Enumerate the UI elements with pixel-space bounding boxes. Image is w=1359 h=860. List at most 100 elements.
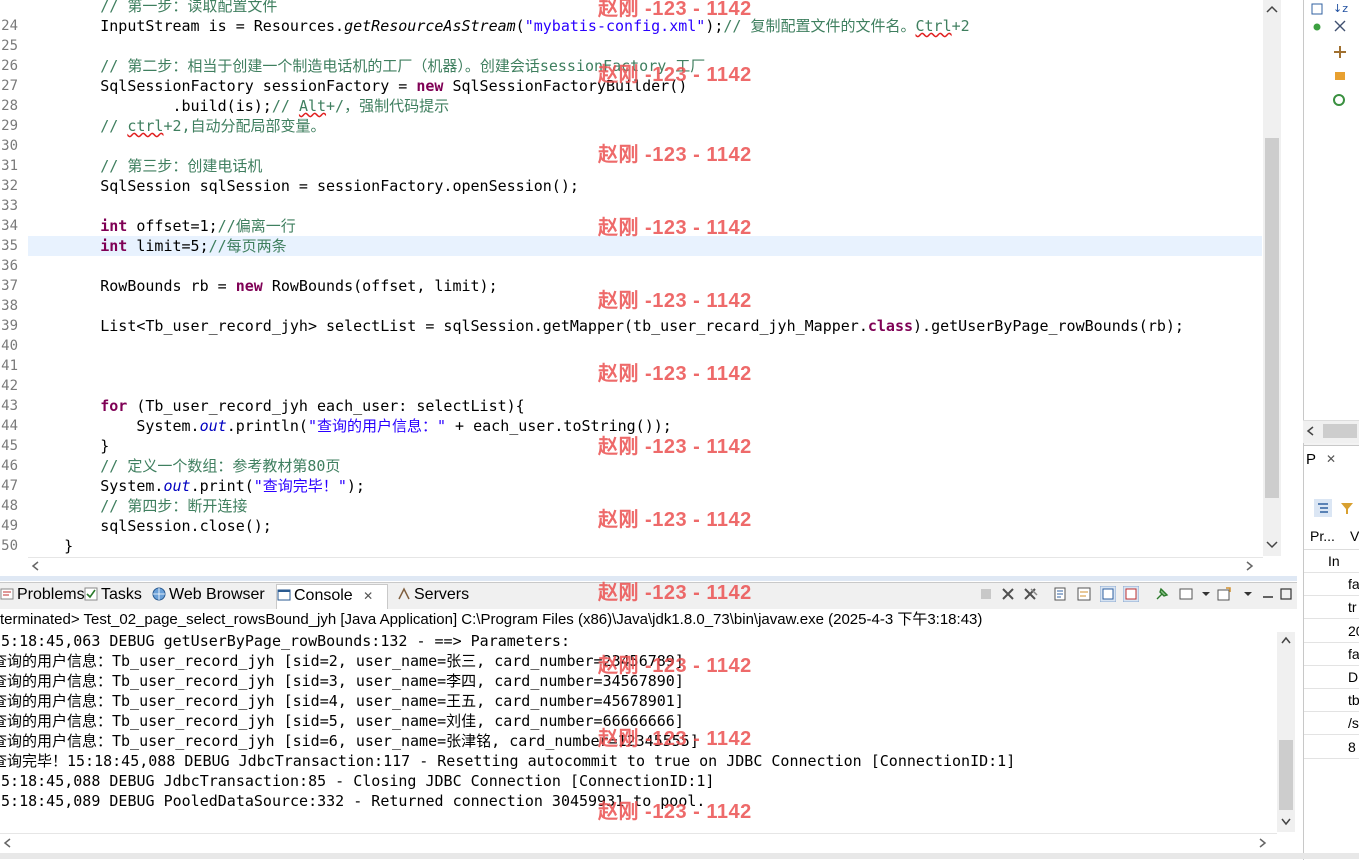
chevron-down-icon[interactable]	[1240, 586, 1256, 602]
tab-label: Web Browser	[169, 586, 265, 603]
scroll-left-arrow-icon[interactable]	[30, 560, 42, 572]
watermark-text: 赵刚 -123 - 1142	[598, 0, 752, 20]
watermark-text: 赵刚 -123 - 1142	[598, 64, 752, 86]
hide-fields-icon[interactable]	[1332, 18, 1348, 34]
word-wrap-icon[interactable]	[1076, 586, 1092, 602]
code-token: offset=1;	[127, 217, 218, 235]
property-value: tr	[1348, 599, 1357, 616]
scroll-down-arrow-icon[interactable]	[1279, 816, 1293, 828]
code-token: ).getUserByPage_rowBounds(rb);	[913, 317, 1184, 335]
console-line: 查询的用户信息：Tb_user_record_jyh [sid=5, user_…	[0, 712, 684, 730]
property-value: In	[1328, 553, 1340, 569]
property-row[interactable]: /s	[1304, 712, 1359, 736]
categories-icon[interactable]	[1314, 499, 1332, 517]
property-column-header[interactable]: Pr...	[1310, 528, 1335, 544]
line-number: 33	[1, 198, 18, 214]
watermark-text: 赵刚 -123 - 1142	[598, 436, 752, 458]
code-token: +2	[951, 17, 970, 35]
console-scroll-thumb[interactable]	[1279, 740, 1293, 810]
svg-text:↓z: ↓z	[1333, 2, 1348, 15]
sort-icon[interactable]: ↓z	[1332, 0, 1348, 16]
remove-all-terminated-icon[interactable]	[1022, 586, 1038, 602]
code-line: // 定义一个数组：参考教材第80页	[28, 456, 340, 476]
property-row[interactable]: tb	[1304, 689, 1359, 713]
open-console-icon[interactable]	[1216, 586, 1232, 602]
show-console-on-output-icon[interactable]	[1100, 586, 1116, 602]
chevron-down-icon[interactable]	[1198, 586, 1214, 602]
remove-launch-icon[interactable]	[1000, 586, 1016, 602]
line-number: 29	[1, 118, 18, 134]
code-token: // 定义一个数组：参考教材第80页	[28, 457, 341, 475]
code-token: (Tb_user_record_jyh each_user: selectLis…	[127, 397, 525, 415]
code-token: for	[100, 397, 128, 415]
outline-toolbar-icon[interactable]	[1310, 2, 1324, 16]
show-console-on-error-icon[interactable]	[1123, 586, 1139, 602]
code-token: class	[867, 317, 914, 335]
close-icon[interactable]: ✕	[363, 589, 373, 603]
property-row[interactable]: fa	[1304, 573, 1359, 597]
line-number: 30	[1, 138, 18, 154]
tab-tasks[interactable]: Tasks	[84, 586, 142, 608]
property-row[interactable]: In	[1304, 550, 1359, 573]
pin-console-icon[interactable]	[1154, 586, 1170, 602]
scroll-up-arrow-icon[interactable]	[1264, 2, 1280, 16]
outline-horizontal-scrollbar[interactable]	[1303, 420, 1359, 443]
code-line: }	[28, 536, 73, 556]
console-line: 15:18:45,088 DEBUG JdbcTransaction:85 - …	[0, 772, 715, 790]
code-token: RowBounds(offset, limit);	[262, 277, 498, 295]
tab-console[interactable]: Console ✕	[276, 584, 388, 609]
value-column-header[interactable]: V	[1350, 528, 1359, 544]
properties-tab-label[interactable]: P	[1306, 451, 1316, 468]
code-token: // 第一步：读取配置文件	[28, 0, 278, 15]
scroll-down-arrow-icon[interactable]	[1264, 538, 1280, 552]
code-line: RowBounds rb = new RowBounds(offset, lim…	[28, 276, 498, 296]
property-row[interactable]: tr	[1304, 596, 1359, 620]
code-token: "查询完毕！"	[253, 477, 347, 495]
close-icon[interactable]: ✕	[1326, 452, 1336, 466]
code-token: (	[515, 17, 525, 35]
line-number: 36	[1, 258, 18, 274]
scroll-lock-icon[interactable]	[1052, 586, 1068, 602]
tab-web-browser[interactable]: Web Browser	[152, 586, 265, 608]
code-token: // 复制配置文件的文件名。	[723, 17, 916, 35]
line-number: 39	[1, 318, 18, 334]
minimize-icon[interactable]	[1260, 586, 1276, 602]
editor-scroll-thumb[interactable]	[1265, 138, 1279, 498]
line-number: 37	[1, 278, 18, 294]
code-token: limit=5;	[127, 237, 209, 255]
filter-icon[interactable]	[1338, 499, 1356, 517]
method-icon	[1334, 46, 1346, 58]
code-token: }	[28, 537, 74, 555]
outline-view: ↓z	[1303, 0, 1359, 420]
property-row[interactable]: 8	[1304, 736, 1359, 759]
code-line: SqlSession sqlSession = sessionFactory.o…	[28, 176, 579, 196]
scroll-up-arrow-icon[interactable]	[1279, 634, 1293, 646]
scroll-right-arrow-icon[interactable]	[1256, 837, 1268, 849]
tab-label: Tasks	[101, 586, 142, 603]
editor-horizontal-scrollbar[interactable]	[28, 557, 1263, 575]
code-token: RowBounds rb =	[28, 277, 236, 295]
console-horizontal-scrollbar[interactable]	[0, 833, 1277, 854]
display-selected-console-icon[interactable]	[1178, 586, 1194, 602]
property-value: tb	[1348, 692, 1359, 709]
maximize-icon[interactable]	[1278, 586, 1294, 602]
terminate-icon[interactable]	[978, 586, 994, 602]
code-line: sqlSession.close();	[28, 516, 272, 536]
property-row[interactable]: 20	[1304, 620, 1359, 643]
tab-servers[interactable]: Servers	[397, 586, 469, 608]
scroll-right-arrow-icon[interactable]	[1243, 560, 1255, 572]
console-line: 查询完毕！15:18:45,088 DEBUG JdbcTransaction:…	[0, 752, 1016, 770]
property-value: D	[1348, 669, 1359, 685]
line-number: 43	[1, 398, 18, 414]
tab-problems[interactable]: Problems	[0, 586, 85, 608]
code-token: getResourceAsStream	[344, 17, 516, 35]
line-number: 44	[1, 418, 18, 434]
code-token: .build(is);	[28, 97, 272, 115]
property-row[interactable]: fa	[1304, 643, 1359, 666]
scroll-left-arrow-icon[interactable]	[1305, 425, 1317, 437]
property-row[interactable]: D	[1304, 666, 1359, 689]
field-icon	[1335, 72, 1345, 80]
scroll-left-arrow-icon[interactable]	[2, 837, 14, 849]
code-line: System.out.print("查询完毕！");	[28, 476, 365, 496]
outline-scroll-thumb[interactable]	[1323, 424, 1357, 438]
